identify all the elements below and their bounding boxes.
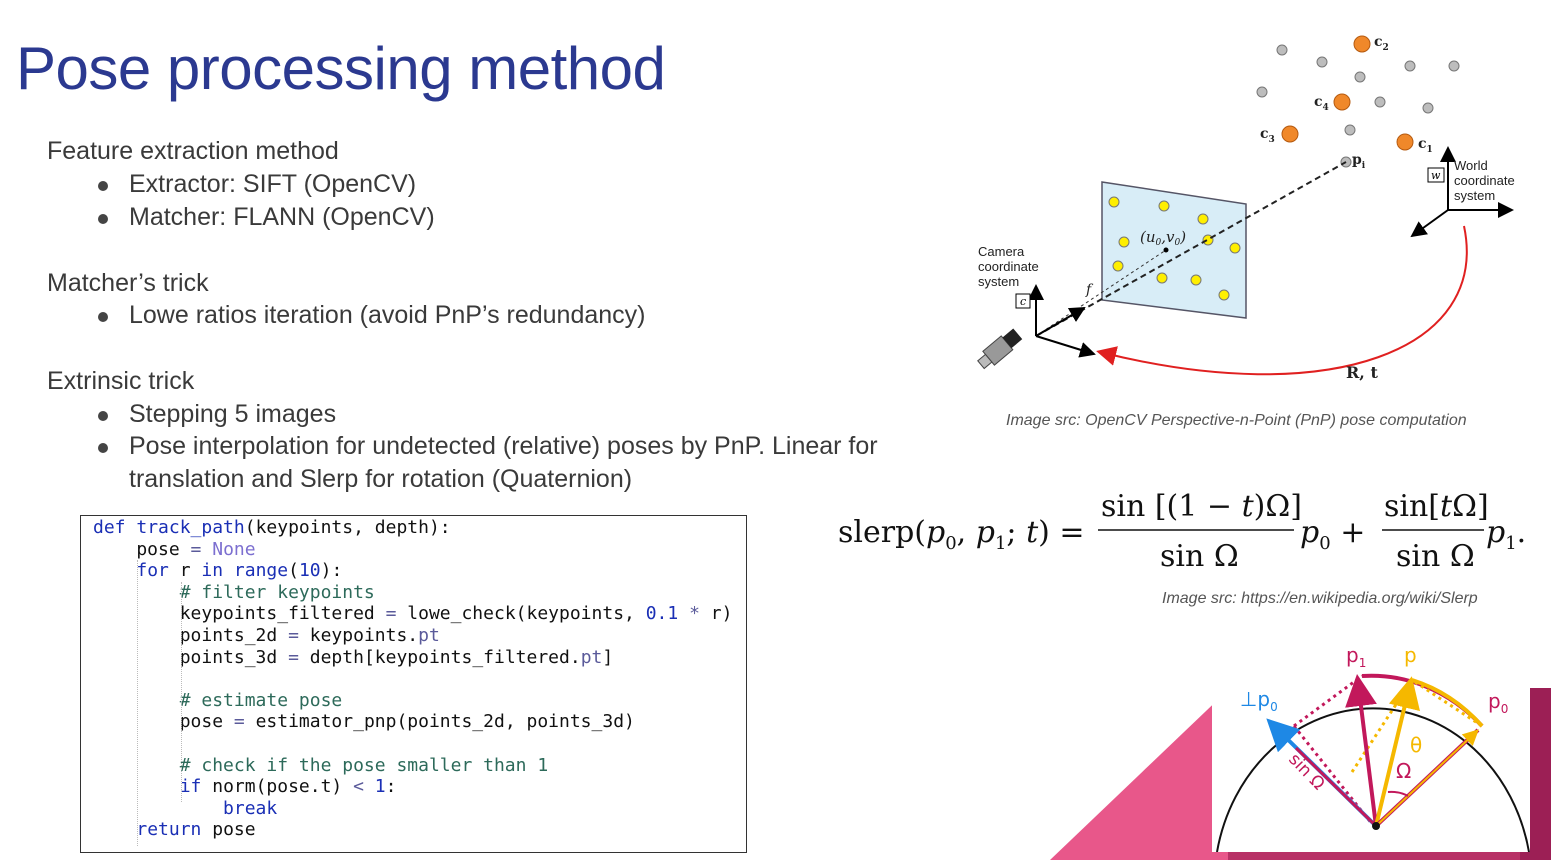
pnp-diagram: c2 c4 c3 c1 pi ui (u0,v0) f c Cameracoor… — [977, 34, 1515, 382]
bullet-matcher: Matcher: FLANN (OpenCV) — [98, 203, 435, 232]
label-w-box: w — [1431, 169, 1441, 182]
bullet-extractor: Extractor: SIFT (OpenCV) — [98, 170, 417, 199]
svg-text:coordinate: coordinate — [978, 259, 1039, 274]
svg-text:system: system — [1454, 188, 1495, 203]
bullet-dot-icon — [98, 312, 108, 322]
bullet-text: Lowe ratios iteration (avoid PnP’s redun… — [129, 301, 646, 329]
slerp-formula: slerp(p0, p1; t) = sin [(1 − t)Ω] sin Ω … — [838, 489, 1526, 574]
bullet-text: Extractor: SIFT (OpenCV) — [129, 170, 417, 198]
bullet-dot-icon — [98, 443, 108, 453]
svg-text:p0 +: p0 + — [1300, 515, 1365, 554]
slide-title: Pose processing method — [16, 35, 666, 102]
svg-text:sin [(1 − t)Ω]: sin [(1 − t)Ω] — [1101, 489, 1302, 524]
section-heading-extrinsic: Extrinsic trick — [47, 367, 195, 395]
label-theta: θ — [1410, 733, 1422, 757]
bullet-interpolation-cont: translation and Slerp for rotation (Quat… — [129, 465, 633, 493]
bullet-dot-icon — [98, 411, 108, 421]
svg-text:slerp(p0, p1; t) =: slerp(p0, p1; t) = — [838, 515, 1085, 554]
camera-icon — [977, 328, 1023, 370]
label-rt: R, t — [1346, 363, 1378, 382]
label-pi: pi — [1352, 152, 1366, 171]
svg-text:p1.: p1. — [1486, 515, 1526, 554]
world-label: Worldcoordinatesystem — [1454, 158, 1515, 203]
label-c3: c3 — [1260, 126, 1275, 145]
bullet-lowe: Lowe ratios iteration (avoid PnP’s redun… — [98, 301, 646, 330]
label-c4: c4 — [1314, 94, 1329, 113]
bullet-dot-icon — [98, 181, 108, 191]
label-f: f — [1085, 282, 1094, 298]
label-omega: Ω — [1396, 759, 1411, 783]
svg-text:coordinate: coordinate — [1454, 173, 1515, 188]
svg-text:World: World — [1454, 158, 1488, 173]
label-c2: c2 — [1374, 34, 1389, 53]
label-u0v0: (u0,v0) — [1140, 228, 1186, 248]
code-snippet-image: def track_path(keypoints, depth): pose =… — [80, 515, 747, 853]
svg-text:sin Ω: sin Ω — [1396, 539, 1475, 574]
label-c1: c1 — [1418, 136, 1433, 155]
svg-text:sin Ω: sin Ω — [1160, 539, 1239, 574]
bullet-text: Pose interpolation for undetected (relat… — [129, 432, 878, 460]
indent-guide — [137, 560, 138, 846]
pnp-caption: Image src: OpenCV Perspective-n-Point (P… — [1006, 412, 1467, 429]
label-c-box: c — [1020, 295, 1026, 308]
svg-text:sin[tΩ]: sin[tΩ] — [1384, 489, 1489, 524]
svg-text:Camera: Camera — [978, 244, 1025, 259]
slerp-caption: Image src: https://en.wikipedia.org/wiki… — [1162, 590, 1478, 607]
indent-guide — [181, 582, 182, 802]
label-p: p — [1404, 643, 1417, 667]
bullet-dot-icon — [98, 214, 108, 224]
slerp-arc-diagram: p1 p p0 ⊥p0 θ Ω sin Ω — [1212, 640, 1530, 852]
bullet-text: Stepping 5 images — [129, 400, 337, 428]
svg-text:system: system — [978, 274, 1019, 289]
section-heading-feature: Feature extraction method — [47, 137, 339, 165]
bullet-stepping: Stepping 5 images — [98, 400, 337, 429]
section-heading-matcher: Matcher’s trick — [47, 269, 209, 297]
camera-label: Cameracoordinatesystem — [978, 244, 1039, 289]
bullet-text: Matcher: FLANN (OpenCV) — [129, 203, 435, 231]
bullet-interpolation: Pose interpolation for undetected (relat… — [98, 432, 878, 461]
